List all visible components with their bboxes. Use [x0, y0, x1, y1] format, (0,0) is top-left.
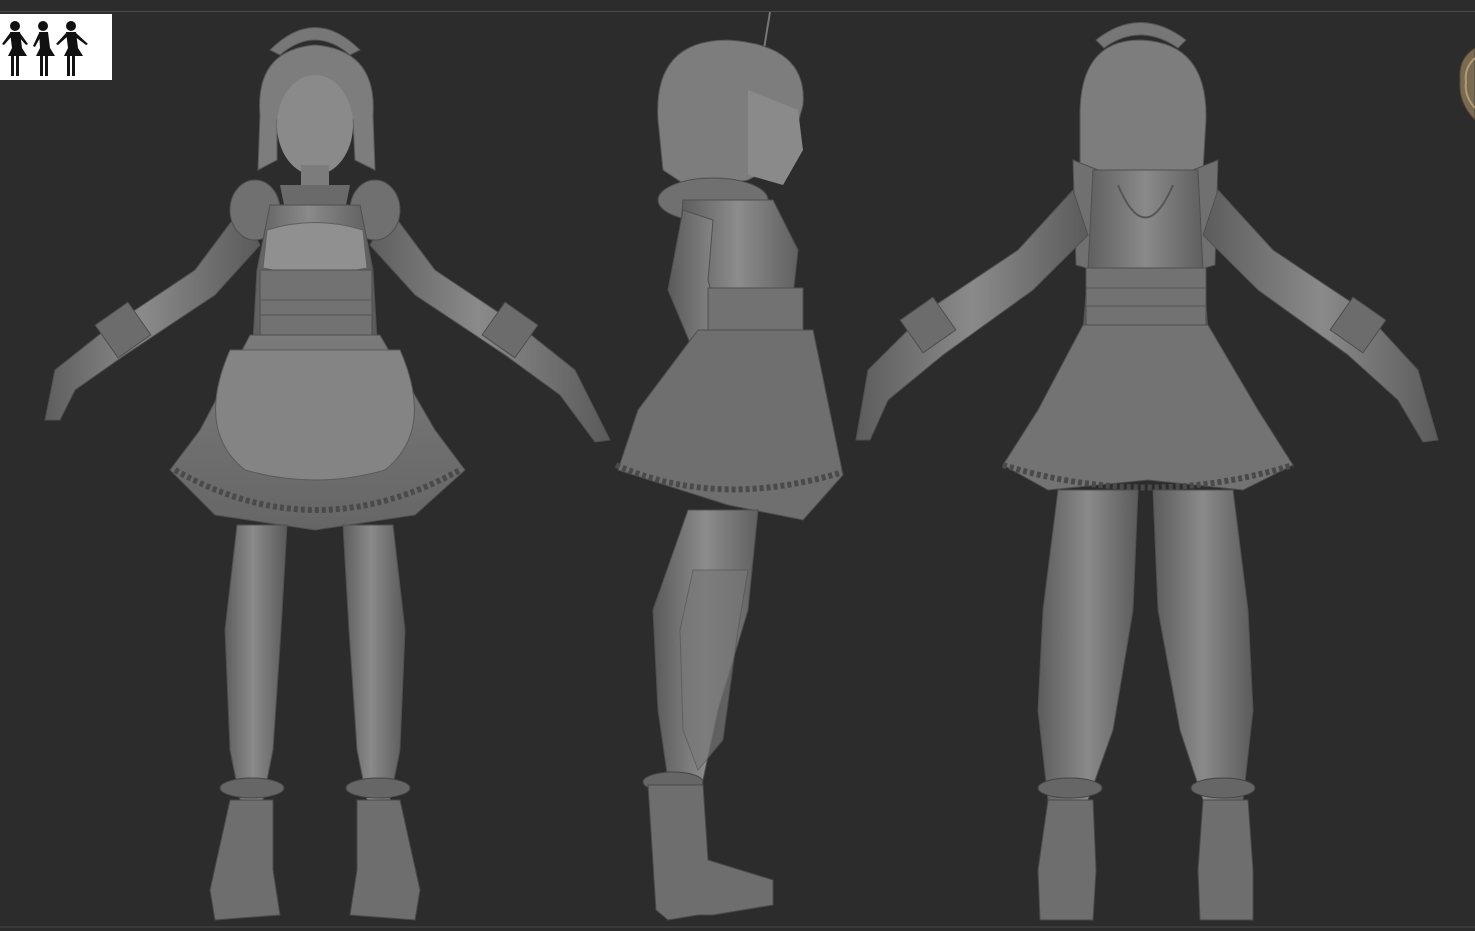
figure-front-view[interactable] [15, 10, 620, 930]
viewport-bottom-border [0, 926, 1475, 928]
figure-back-view[interactable] [848, 10, 1443, 930]
offscreen-object-preview [1454, 47, 1475, 121]
figure-side-view[interactable] [598, 10, 858, 930]
viewport-canvas[interactable] [0, 0, 1475, 931]
